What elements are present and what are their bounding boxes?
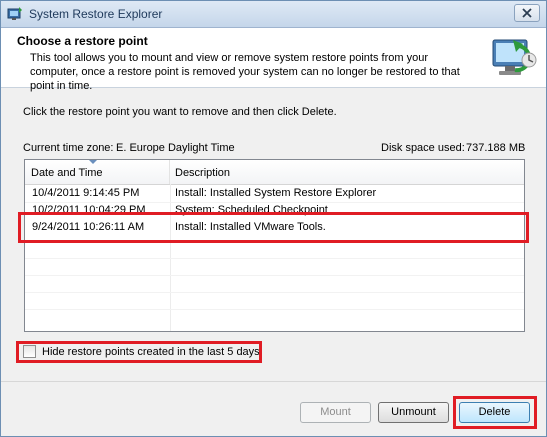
unmount-button[interactable]: Unmount <box>378 402 449 423</box>
disk-space-value: 737.188 MB <box>466 142 526 154</box>
row-divider <box>25 258 524 259</box>
row-divider <box>25 309 524 310</box>
hide-recent-label[interactable]: Hide restore points created in the last … <box>42 346 260 358</box>
close-button[interactable] <box>514 4 540 22</box>
close-icon <box>522 8 532 18</box>
column-header-description[interactable]: Description <box>171 160 524 184</box>
mount-button[interactable]: Mount <box>300 402 371 423</box>
list-item-selected[interactable]: 9/24/2011 10:26:11 AM Install: Installed… <box>25 215 524 239</box>
page-description: This tool allows you to mount and view o… <box>30 52 460 92</box>
divider <box>1 381 546 382</box>
list-header: Date and Time Description <box>25 160 524 185</box>
row-date: 9/24/2011 10:26:11 AM <box>32 221 145 233</box>
instruction-text: Click the restore point you want to remo… <box>23 106 337 118</box>
system-restore-icon <box>7 7 22 20</box>
timezone-label: Current time zone: <box>23 142 114 154</box>
timezone-value: E. Europe Daylight Time <box>116 142 235 154</box>
delete-button[interactable]: Delete <box>459 402 530 423</box>
row-divider <box>25 275 524 276</box>
computer-restore-icon <box>492 39 537 75</box>
row-date: 10/4/2011 9:14:45 PM <box>32 187 140 199</box>
list-item[interactable]: 10/4/2011 9:14:45 PM Install: Installed … <box>25 185 524 202</box>
row-description: Install: Installed System Restore Explor… <box>175 187 377 199</box>
row-divider <box>25 292 524 293</box>
sort-descending-icon <box>89 160 97 164</box>
page-title: Choose a restore point <box>17 34 148 48</box>
disk-space-label: Disk space used: <box>381 142 465 154</box>
title-bar[interactable]: System Restore Explorer <box>1 1 546 28</box>
window-title: System Restore Explorer <box>29 7 163 21</box>
header-panel: Choose a restore point This tool allows … <box>1 28 546 92</box>
hide-recent-checkbox[interactable] <box>23 345 36 358</box>
restore-points-list[interactable]: Date and Time Description 10/4/2011 9:14… <box>24 159 525 332</box>
system-restore-explorer-window: System Restore Explorer Choose a restore… <box>0 0 547 437</box>
row-description: Install: Installed VMware Tools. <box>175 221 326 233</box>
column-header-date[interactable]: Date and Time <box>25 160 170 184</box>
